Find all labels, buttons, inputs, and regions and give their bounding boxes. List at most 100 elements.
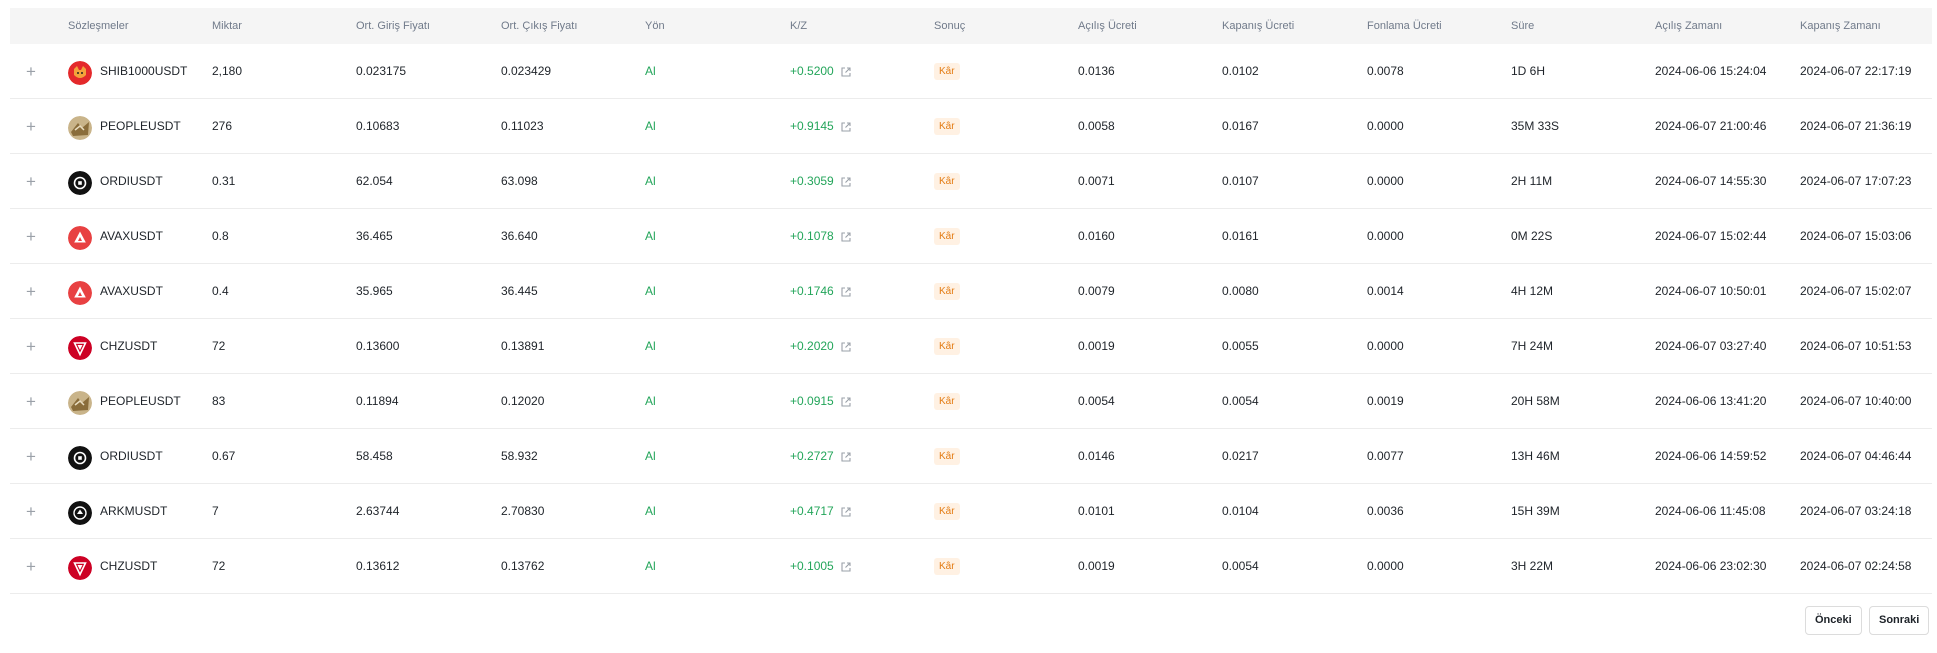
header-contracts: Sözleşmeler	[68, 20, 129, 32]
duration-cell: 35M 33S	[1511, 119, 1560, 133]
result-badge: Kâr	[934, 173, 960, 190]
close-fee-cell: 0.0161	[1222, 229, 1259, 243]
pnl-value: +0.2020	[790, 339, 834, 353]
open-time-cell: 2024-06-06 15:24:04	[1655, 64, 1767, 78]
external-link-icon[interactable]	[840, 121, 852, 133]
funding-fee-cell: 0.0036	[1367, 504, 1404, 518]
close-time-cell: 2024-06-07 03:24:18	[1800, 504, 1912, 518]
side-cell: Al	[645, 64, 656, 78]
funding-fee-cell: 0.0077	[1367, 449, 1404, 463]
duration-cell: 0M 22S	[1511, 229, 1553, 243]
symbol-cell: CHZUSDT	[100, 339, 158, 353]
symbol-cell: AVAXUSDT	[100, 229, 163, 243]
avax-icon	[68, 226, 92, 250]
close-fee-cell: 0.0054	[1222, 559, 1259, 573]
quantity-cell: 72	[212, 559, 226, 573]
expand-row-button[interactable]: +	[26, 264, 40, 319]
funding-fee-cell: 0.0000	[1367, 119, 1404, 133]
quantity-cell: 0.67	[212, 449, 236, 463]
quantity-cell: 2,180	[212, 64, 243, 78]
external-link-icon[interactable]	[840, 561, 852, 573]
avg-entry-cell: 35.965	[356, 284, 393, 298]
funding-fee-cell: 0.0014	[1367, 284, 1404, 298]
expand-row-button[interactable]: +	[26, 99, 40, 154]
ordi-icon	[68, 446, 92, 470]
header-funding-fee: Fonlama Ücreti	[1367, 20, 1442, 32]
external-link-icon[interactable]	[840, 341, 852, 353]
pnl-cell: +0.1078	[790, 209, 852, 264]
duration-cell: 13H 46M	[1511, 449, 1560, 463]
result-badge: Kâr	[934, 228, 960, 245]
pnl-value: +0.1005	[790, 559, 834, 573]
shib-icon	[68, 61, 92, 85]
duration-cell: 4H 12M	[1511, 284, 1554, 298]
close-time-cell: 2024-06-07 10:51:53	[1800, 339, 1912, 353]
funding-fee-cell: 0.0000	[1367, 229, 1404, 243]
open-time-cell: 2024-06-06 23:02:30	[1655, 559, 1767, 573]
external-link-icon[interactable]	[840, 506, 852, 518]
expand-row-button[interactable]: +	[26, 44, 40, 99]
external-link-icon[interactable]	[840, 176, 852, 188]
open-time-cell: 2024-06-07 10:50:01	[1655, 284, 1767, 298]
external-link-icon[interactable]	[840, 66, 852, 78]
table-body: + SHIB1000USDT 2,180 0.023175 0.023429 Al 0.01…	[10, 44, 1932, 594]
symbol-cell: PEOPLEUSDT	[100, 394, 181, 408]
open-time-cell: 2024-06-07 21:00:46	[1655, 119, 1767, 133]
side-cell: Al	[645, 394, 656, 408]
pnl-cell: +0.0915	[790, 374, 852, 429]
avg-entry-cell: 0.10683	[356, 119, 400, 133]
symbol-cell: PEOPLEUSDT	[100, 119, 181, 133]
funding-fee-cell: 0.0000	[1367, 174, 1404, 188]
avg-exit-cell: 2.70830	[501, 504, 545, 518]
avg-exit-cell: 0.13891	[501, 339, 545, 353]
table-row: + ARKMUSDT 7 2.63744 2.70830 Al 0.0101 0.0104 0.…	[10, 484, 1932, 539]
prev-page-button[interactable]: Önceki	[1805, 606, 1862, 635]
duration-cell: 1D 6H	[1511, 64, 1546, 78]
open-fee-cell: 0.0101	[1078, 504, 1115, 518]
quantity-cell: 0.4	[212, 284, 229, 298]
external-link-icon[interactable]	[840, 231, 852, 243]
avg-entry-cell: 0.023175	[356, 64, 407, 78]
side-cell: Al	[645, 119, 656, 133]
side-cell: Al	[645, 174, 656, 188]
pnl-value: +0.4717	[790, 504, 834, 518]
next-page-button[interactable]: Sonraki	[1869, 606, 1930, 635]
expand-row-button[interactable]: +	[26, 484, 40, 539]
header-avg-exit: Ort. Çıkış Fiyatı	[501, 20, 578, 32]
close-fee-cell: 0.0054	[1222, 394, 1259, 408]
pnl-value: +0.9145	[790, 119, 834, 133]
trade-history-table: Sözleşmeler Miktar Ort. Giriş Fiyatı Ort…	[10, 8, 1932, 594]
header-quantity: Miktar	[212, 20, 242, 32]
result-badge: Kâr	[934, 118, 960, 135]
pnl-cell: +0.9145	[790, 99, 852, 154]
pnl-value: +0.0915	[790, 394, 834, 408]
arkm-icon	[68, 501, 92, 525]
side-cell: Al	[645, 284, 656, 298]
close-fee-cell: 0.0080	[1222, 284, 1259, 298]
table-row: + CHZUSDT 72 0.13600 0.13891 Al 0.0019 0.0055 0.…	[10, 319, 1932, 374]
external-link-icon[interactable]	[840, 396, 852, 408]
header-side: Yön	[645, 20, 665, 32]
close-time-cell: 2024-06-07 04:46:44	[1800, 449, 1912, 463]
expand-row-button[interactable]: +	[26, 539, 40, 594]
close-time-cell: 2024-06-07 02:24:58	[1800, 559, 1912, 573]
expand-row-button[interactable]: +	[26, 319, 40, 374]
avg-exit-cell: 36.445	[501, 284, 538, 298]
expand-row-button[interactable]: +	[26, 209, 40, 264]
avg-entry-cell: 0.11894	[356, 394, 399, 408]
expand-row-button[interactable]: +	[26, 374, 40, 429]
header-pnl: K/Z	[790, 20, 808, 32]
open-time-cell: 2024-06-07 14:55:30	[1655, 174, 1767, 188]
people-icon	[68, 391, 92, 415]
avg-exit-cell: 0.13762	[501, 559, 545, 573]
open-fee-cell: 0.0160	[1078, 229, 1115, 243]
close-time-cell: 2024-06-07 22:17:19	[1800, 64, 1912, 78]
expand-row-button[interactable]: +	[26, 154, 40, 209]
open-fee-cell: 0.0019	[1078, 559, 1115, 573]
symbol-cell: CHZUSDT	[100, 559, 158, 573]
close-fee-cell: 0.0217	[1222, 449, 1259, 463]
expand-row-button[interactable]: +	[26, 429, 40, 484]
external-link-icon[interactable]	[840, 451, 852, 463]
pnl-value: +0.2727	[790, 449, 834, 463]
external-link-icon[interactable]	[840, 286, 852, 298]
